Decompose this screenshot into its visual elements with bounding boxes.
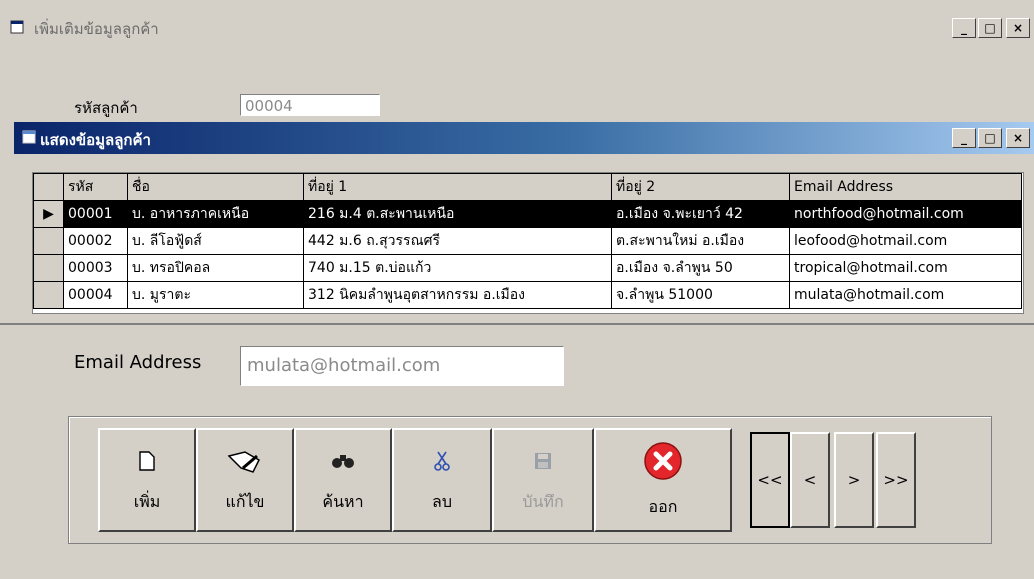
grid-maximize-button[interactable]: □ <box>978 128 1002 148</box>
floppy-disk-icon <box>534 446 552 476</box>
customer-grid[interactable]: รหัส ชื่อ ที่อยู่ 1 ที่อยู่ 2 Email Addr… <box>32 172 1024 314</box>
edit-button[interactable]: แก้ไข <box>196 428 294 532</box>
window-controls: _ □ × <box>950 18 1030 38</box>
scissors-icon <box>434 446 450 476</box>
grid-cell[interactable]: บ. ทรอปิคอล <box>127 254 304 282</box>
delete-button[interactable]: ลบ <box>392 428 492 532</box>
grid-window-title: แสดงข้อมูลลูกค้า <box>40 131 151 149</box>
grid-header-cell[interactable]: ชื่อ <box>127 173 304 201</box>
grid-header-cell[interactable]: Email Address <box>789 173 1022 201</box>
row-selector[interactable] <box>33 281 64 309</box>
grid-window-controls: _ □ × <box>950 128 1030 148</box>
next-record-button[interactable]: > <box>834 432 874 528</box>
new-document-icon <box>139 446 155 476</box>
table-row[interactable]: 00003 บ. ทรอปิคอล 740 ม.15 ต.บ่อแก้ว อ.เ… <box>33 254 1022 282</box>
row-selector-header <box>33 173 64 201</box>
grid-cell[interactable]: 740 ม.15 ต.บ่อแก้ว <box>303 254 612 282</box>
minimize-button[interactable]: _ <box>952 18 976 38</box>
delete-label: ลบ <box>432 491 452 511</box>
form-icon <box>10 20 24 34</box>
grid-cell[interactable]: อ.เมือง จ.ลำพูน 50 <box>611 254 790 282</box>
grid-cell[interactable]: จ.ลำพูน 51000 <box>611 281 790 309</box>
grid-cell[interactable]: บ. อาหารภาคเหนือ <box>127 200 304 228</box>
previous-record-button[interactable]: < <box>790 432 830 528</box>
save-label: บันทึก <box>522 491 564 511</box>
current-row-marker-icon[interactable]: ▶ <box>33 200 64 228</box>
grid-cell[interactable]: 00002 <box>63 227 128 255</box>
grid-close-button[interactable]: × <box>1006 128 1030 148</box>
add-label: เพิ่ม <box>133 491 161 511</box>
grid-cell[interactable]: 00001 <box>63 200 128 228</box>
grid-cell[interactable]: 00003 <box>63 254 128 282</box>
search-button[interactable]: ค้นหา <box>294 428 392 532</box>
window-title: เพิ่มเติมข้อมูลลูกค้า <box>34 20 159 38</box>
grid-minimize-button[interactable]: _ <box>952 128 976 148</box>
close-circle-icon <box>643 441 683 481</box>
row-selector[interactable] <box>33 254 64 282</box>
grid-header-cell[interactable]: ที่อยู่ 2 <box>611 173 790 201</box>
customer-code-input[interactable]: 00004 <box>240 94 380 116</box>
grid-cell[interactable]: บ. ลีโอฟู้ดส์ <box>127 227 304 255</box>
divider <box>0 323 1034 325</box>
grid-cell[interactable]: 312 นิคมลำพูนอุตสาหกรรม อ.เมือง <box>303 281 612 309</box>
grid-cell[interactable]: tropical@hotmail.com <box>789 254 1022 282</box>
save-button[interactable]: บันทึก <box>492 428 594 532</box>
row-selector[interactable] <box>33 227 64 255</box>
search-label: ค้นหา <box>322 491 364 511</box>
customer-code-label: รหัสลูกค้า <box>74 99 138 117</box>
grid-window-titlebar <box>14 122 1034 154</box>
close-button[interactable]: × <box>1006 18 1030 38</box>
maximize-button[interactable]: □ <box>978 18 1002 38</box>
exit-button[interactable]: ออก <box>594 428 732 532</box>
grid-cell[interactable]: 216 ม.4 ต.สะพานเหนือ <box>303 200 612 228</box>
grid-cell[interactable]: ต.สะพานใหม่ อ.เมือง <box>611 227 790 255</box>
first-record-button[interactable]: << <box>750 432 790 528</box>
email-label: Email Address <box>74 352 202 373</box>
last-record-button[interactable]: >> <box>876 432 916 528</box>
table-row[interactable]: 00002 บ. ลีโอฟู้ดส์ 442 ม.6 ถ.สุวรรณศรี … <box>33 227 1022 255</box>
grid-cell[interactable]: mulata@hotmail.com <box>789 281 1022 309</box>
grid-header-row: รหัส ชื่อ ที่อยู่ 1 ที่อยู่ 2 Email Addr… <box>33 173 1022 201</box>
grid-header-cell[interactable]: รหัส <box>63 173 128 201</box>
email-field[interactable]: mulata@hotmail.com <box>240 346 564 386</box>
grid-cell[interactable]: northfood@hotmail.com <box>789 200 1022 228</box>
edit-hand-icon <box>225 446 265 476</box>
add-button[interactable]: เพิ่ม <box>98 428 196 532</box>
table-row[interactable]: 00004 บ. มูราตะ 312 นิคมลำพูนอุตสาหกรรม … <box>33 281 1022 309</box>
table-row[interactable]: ▶ 00001 บ. อาหารภาคเหนือ 216 ม.4 ต.สะพาน… <box>33 200 1022 228</box>
grid-header-cell[interactable]: ที่อยู่ 1 <box>303 173 612 201</box>
grid-cell[interactable]: 442 ม.6 ถ.สุวรรณศรี <box>303 227 612 255</box>
binoculars-icon <box>331 446 355 476</box>
edit-label: แก้ไข <box>225 491 265 511</box>
exit-label: ออก <box>648 496 678 516</box>
form-icon <box>22 130 36 144</box>
grid-cell[interactable]: leofood@hotmail.com <box>789 227 1022 255</box>
grid-cell[interactable]: บ. มูราตะ <box>127 281 304 309</box>
grid-cell[interactable]: อ.เมือง จ.พะเยาว์ 42 <box>611 200 790 228</box>
grid-cell[interactable]: 00004 <box>63 281 128 309</box>
